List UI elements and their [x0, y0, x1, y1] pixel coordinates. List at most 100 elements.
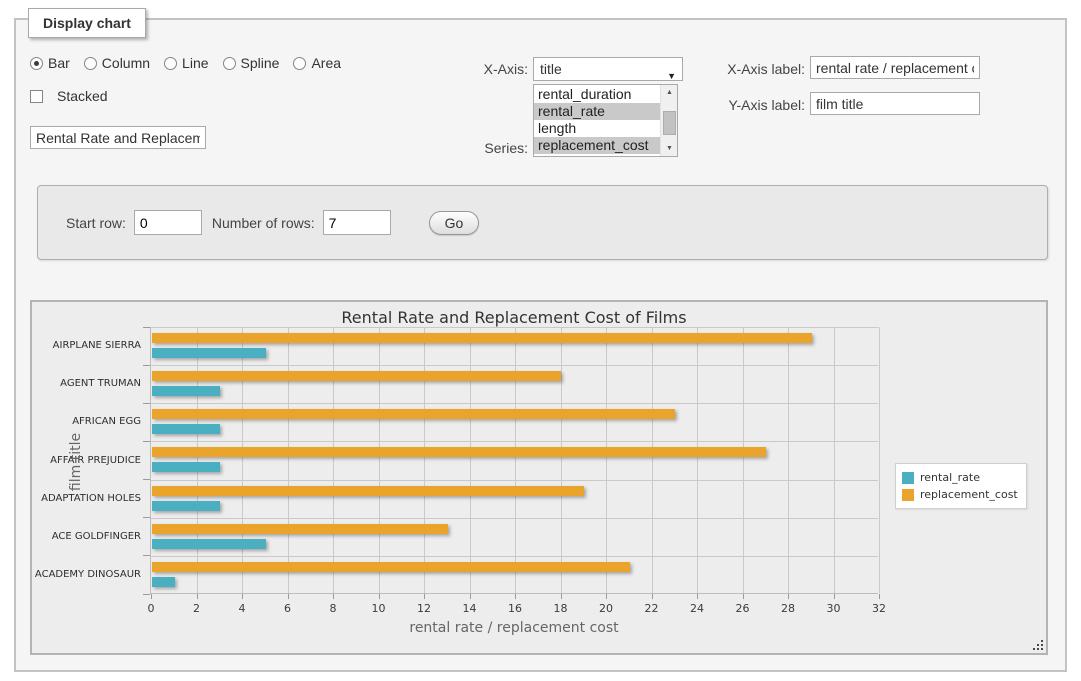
- x-tickmark-10: [379, 594, 380, 599]
- x-tick-label-10: 10: [362, 602, 396, 615]
- bar-rental_rate-academy-dinosaur[interactable]: [152, 577, 175, 587]
- plot-area: 02468101214161820222426283032AIRPLANE SI…: [150, 327, 878, 594]
- bar-replacement_cost-affair-prejudice[interactable]: [152, 447, 766, 457]
- stacked-checkbox[interactable]: [30, 90, 43, 103]
- series-option-length[interactable]: length: [534, 120, 660, 137]
- x-tickmark-12: [424, 594, 425, 599]
- bar-rental_rate-african-egg[interactable]: [152, 424, 220, 434]
- bar-rental_rate-affair-prejudice[interactable]: [152, 462, 220, 472]
- x-tick-label-6: 6: [271, 602, 305, 615]
- radio-option-area[interactable]: Area: [293, 55, 341, 71]
- gridline-x-12: [424, 327, 425, 593]
- legend-swatch-replacement_cost: [902, 489, 914, 501]
- radio-icon-area[interactable]: [293, 57, 306, 70]
- y-tickmark-1: [143, 365, 150, 366]
- series-option-rental_duration[interactable]: rental_duration: [534, 86, 660, 103]
- go-button[interactable]: Go: [429, 211, 480, 235]
- legend-swatch-rental_rate: [902, 472, 914, 484]
- x-tickmark-24: [697, 594, 698, 599]
- bar-replacement_cost-adaptation-holes[interactable]: [152, 486, 584, 496]
- x-tick-label-2: 2: [180, 602, 214, 615]
- x-tick-label-28: 28: [771, 602, 805, 615]
- category-label: AGENT TRUMAN: [21, 378, 151, 389]
- y-tickmark-7: [143, 594, 150, 595]
- series-scrollbar[interactable]: ▲ ▼: [660, 85, 677, 156]
- series-listbox[interactable]: rental_durationrental_ratelengthreplacem…: [533, 84, 678, 157]
- gridline-x-6: [288, 327, 289, 593]
- x-tickmark-8: [333, 594, 334, 599]
- bar-replacement_cost-airplane-sierra[interactable]: [152, 333, 812, 343]
- legend-label-rental_rate: rental_rate: [920, 471, 980, 484]
- gridline-x-22: [652, 327, 653, 593]
- y-tickmark-3: [143, 441, 150, 442]
- radio-icon-line[interactable]: [164, 57, 177, 70]
- x-tickmark-20: [606, 594, 607, 599]
- radio-icon-column[interactable]: [84, 57, 97, 70]
- bar-rental_rate-agent-truman[interactable]: [152, 386, 220, 396]
- scrollbar-thumb[interactable]: [663, 111, 676, 135]
- bar-rental_rate-ace-goldfinger[interactable]: [152, 539, 266, 549]
- x-tick-label-0: 0: [134, 602, 168, 615]
- series-option-replacement_cost[interactable]: replacement_cost: [534, 137, 660, 154]
- category-label: AFRICAN EGG: [21, 416, 151, 427]
- x-tick-label-32: 32: [862, 602, 896, 615]
- num-rows-input[interactable]: [323, 210, 391, 235]
- y-axis-label-input[interactable]: [810, 92, 980, 115]
- bar-replacement_cost-african-egg[interactable]: [152, 409, 675, 419]
- legend-item-rental_rate[interactable]: rental_rate: [902, 469, 1018, 486]
- y-tickmark-6: [143, 555, 150, 556]
- gridline-y-1: [151, 365, 878, 366]
- radio-option-column[interactable]: Column: [84, 55, 150, 71]
- x-axis-select[interactable]: title ▼: [533, 57, 683, 81]
- stacked-option[interactable]: Stacked: [30, 88, 108, 104]
- radio-option-spline[interactable]: Spline: [223, 55, 280, 71]
- x-axis-select-label: X-Axis:: [430, 61, 528, 77]
- gridline-x-30: [834, 327, 835, 593]
- chart-title: Rental Rate and Replacement Cost of Film…: [150, 308, 878, 327]
- resize-handle-icon[interactable]: [1032, 639, 1044, 651]
- gridline-y-3: [151, 441, 878, 442]
- legend-item-replacement_cost[interactable]: replacement_cost: [902, 486, 1018, 503]
- gridline-x-24: [697, 327, 698, 593]
- radio-option-line[interactable]: Line: [164, 55, 208, 71]
- gridline-x-10: [379, 327, 380, 593]
- radio-icon-spline[interactable]: [223, 57, 236, 70]
- scroll-up-icon[interactable]: ▲: [661, 85, 678, 100]
- x-tickmark-14: [470, 594, 471, 599]
- scroll-down-icon[interactable]: ▼: [661, 141, 678, 156]
- stacked-label: Stacked: [57, 88, 108, 104]
- x-tick-label-22: 22: [635, 602, 669, 615]
- bar-rental_rate-airplane-sierra[interactable]: [152, 348, 266, 358]
- category-label: AFFAIR PREJUDICE: [21, 455, 151, 466]
- x-tickmark-4: [242, 594, 243, 599]
- y-tickmark-4: [143, 479, 150, 480]
- x-tickmark-22: [652, 594, 653, 599]
- bar-replacement_cost-academy-dinosaur[interactable]: [152, 562, 630, 572]
- category-label: ACE GOLDFINGER: [21, 531, 151, 542]
- x-tickmark-32: [879, 594, 880, 599]
- x-tick-label-18: 18: [544, 602, 578, 615]
- radio-label-column: Column: [102, 55, 150, 71]
- x-tick-label-30: 30: [817, 602, 851, 615]
- gridline-x-14: [470, 327, 471, 593]
- x-tickmark-18: [561, 594, 562, 599]
- y-tickmark-0: [143, 327, 150, 328]
- rows-panel: Start row: Number of rows: Go: [37, 185, 1048, 260]
- bar-replacement_cost-ace-goldfinger[interactable]: [152, 524, 448, 534]
- series-list-label: Series:: [430, 140, 528, 156]
- x-tick-label-20: 20: [589, 602, 623, 615]
- gridline-y-2: [151, 403, 878, 404]
- bar-replacement_cost-agent-truman[interactable]: [152, 371, 561, 381]
- x-axis-label-input[interactable]: [810, 56, 980, 79]
- chart-title-input[interactable]: [30, 126, 206, 149]
- radio-icon-bar[interactable]: [30, 57, 43, 70]
- x-tick-label-8: 8: [316, 602, 350, 615]
- bar-rental_rate-adaptation-holes[interactable]: [152, 501, 220, 511]
- y-axis-title: film title: [68, 382, 84, 542]
- radio-option-bar[interactable]: Bar: [30, 55, 70, 71]
- series-option-rental_rate[interactable]: rental_rate: [534, 103, 660, 120]
- start-row-input[interactable]: [134, 210, 202, 235]
- category-label: ACADEMY DINOSAUR: [21, 569, 151, 580]
- y-tickmark-5: [143, 517, 150, 518]
- series-options: rental_durationrental_ratelengthreplacem…: [534, 86, 660, 154]
